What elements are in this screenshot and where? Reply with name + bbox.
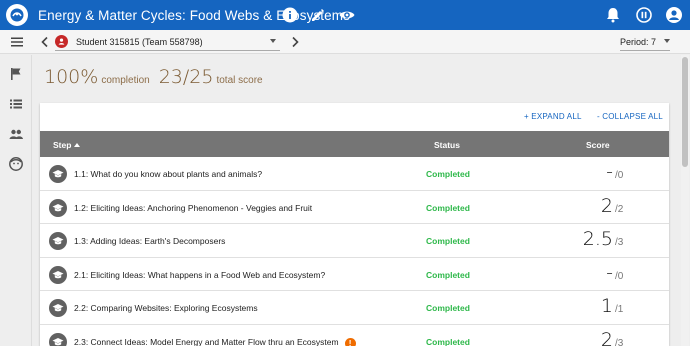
- edit-icon[interactable]: [308, 5, 328, 25]
- score-cell: -/0: [560, 161, 660, 183]
- student-avatar-icon: [55, 35, 68, 48]
- score-max: /3: [615, 337, 624, 346]
- total-score-value: 23/25: [158, 66, 214, 88]
- score-max: /3: [615, 237, 624, 248]
- step-title-text: 2.1: Eliciting Ideas: What happens in a …: [74, 269, 326, 280]
- account-icon[interactable]: [664, 5, 684, 25]
- period-select[interactable]: Period: 7: [620, 33, 671, 51]
- score-column-header: Score: [586, 140, 610, 150]
- graduation-cap-icon[interactable]: [49, 332, 67, 346]
- scrollbar-thumb[interactable]: [682, 57, 688, 167]
- app-logo-icon[interactable]: [6, 4, 28, 26]
- score-cell: 2/2: [560, 195, 660, 217]
- collapse-all-button[interactable]: - COLLAPSE ALL: [597, 112, 663, 121]
- app-bar: Energy & Matter Cycles: Food Webs & Ecos…: [0, 0, 690, 30]
- dropdown-arrow-icon: [664, 39, 671, 43]
- score-max: /1: [615, 304, 624, 315]
- student-select[interactable]: Student 315815 (Team 558798): [55, 33, 280, 51]
- next-student-chevron-icon[interactable]: [287, 34, 303, 50]
- step-column-label: Step: [53, 140, 72, 150]
- expand-all-button[interactable]: + EXPAND ALL: [524, 112, 582, 121]
- sort-ascending-icon: [74, 143, 81, 147]
- flag-icon[interactable]: [8, 66, 24, 82]
- step-title-text: 1.3: Adding Ideas: Earth's Decomposers: [74, 236, 226, 246]
- group-icon[interactable]: [8, 126, 24, 142]
- scrollbar[interactable]: [681, 55, 689, 346]
- completion-value: 100%: [44, 66, 99, 88]
- notifications-icon[interactable]: [603, 5, 623, 25]
- status-text: Completed: [426, 303, 470, 313]
- score-cell: 1/1: [560, 295, 660, 317]
- step-title[interactable]: 1.3: Adding Ideas: Earth's Decomposers: [74, 236, 225, 246]
- pause-icon[interactable]: [634, 5, 654, 25]
- step-column-header[interactable]: Step: [53, 140, 81, 150]
- visibility-icon[interactable]: [337, 5, 357, 25]
- student-select-label: Student 315815 (Team 558798): [76, 36, 203, 47]
- score-value: 2: [600, 328, 613, 346]
- step-title[interactable]: 2.3: Connect Ideas: Model Energy and Mat…: [74, 337, 356, 346]
- step-title[interactable]: 1.2: Eliciting Ideas: Anchoring Phenomen…: [74, 203, 312, 213]
- graduation-cap-icon[interactable]: [49, 232, 67, 250]
- period-select-label: Period: 7: [620, 36, 657, 47]
- step-title-text: 2.2: Comparing Websites: Exploring Ecosy…: [74, 303, 258, 313]
- score-max: /0: [615, 270, 624, 282]
- score-value: -: [606, 161, 613, 183]
- step-title[interactable]: 2.1: Eliciting Ideas: What happens in a …: [74, 270, 325, 280]
- previous-student-chevron-icon[interactable]: [37, 34, 53, 50]
- score-value: -: [606, 261, 613, 284]
- step-title[interactable]: 2.2: Comparing Websites: Exploring Ecosy…: [74, 303, 258, 313]
- table-row[interactable]: 2.2: Comparing Websites: Exploring Ecosy…: [40, 291, 669, 325]
- score-cell: 2/3: [560, 329, 660, 346]
- step-title-text: 1.1: What do you know about plants and a…: [74, 169, 263, 179]
- step-title-text: 1.2: Eliciting Ideas: Anchoring Phenomen…: [74, 202, 313, 213]
- score-cell: 2.5/3: [560, 228, 660, 250]
- table-row[interactable]: 1.2: Eliciting Ideas: Anchoring Phenomen…: [40, 191, 669, 224]
- table-row[interactable]: 2.3: Connect Ideas: Model Energy and Mat…: [40, 325, 669, 346]
- student-toolbar: Student 315815 (Team 558798) Period: 7: [0, 30, 690, 54]
- step-title[interactable]: 1.1: What do you know about plants and a…: [74, 169, 262, 179]
- total-score-label: total score: [216, 75, 263, 86]
- score-value: 2: [600, 194, 613, 217]
- graduation-cap-icon[interactable]: [49, 265, 67, 284]
- list-icon[interactable]: [8, 96, 24, 112]
- dropdown-arrow-icon: [270, 39, 276, 43]
- table-row[interactable]: 1.3: Adding Ideas: Earth's Decomposers Co…: [40, 224, 669, 258]
- status-column-header: Status: [434, 140, 460, 150]
- progress-summary: 100% completion 23/25 total score: [44, 66, 263, 88]
- score-cell: -/0: [560, 262, 660, 284]
- app-title: Energy & Matter Cycles: Food Webs & Ecos…: [38, 7, 350, 23]
- steps-card: + EXPAND ALL - COLLAPSE ALL Step Status …: [40, 103, 669, 346]
- warning-icon[interactable]: !: [344, 337, 356, 346]
- status-text: Completed: [426, 236, 470, 246]
- status-text: Completed: [426, 202, 470, 213]
- graduation-cap-icon[interactable]: [49, 299, 67, 317]
- step-title-text: 2.3: Connect Ideas: Model Energy and Mat…: [74, 336, 339, 346]
- menu-icon[interactable]: [9, 34, 25, 50]
- table-header: Step Status Score: [40, 131, 669, 157]
- score-value: 1: [600, 295, 613, 317]
- status-text: Completed: [426, 169, 470, 179]
- table-row[interactable]: 1.1: What do you know about plants and a…: [40, 157, 669, 191]
- score-value: 2.5: [582, 228, 613, 250]
- graduation-cap-icon[interactable]: [49, 165, 67, 183]
- status-text: Completed: [426, 269, 470, 280]
- graduation-cap-icon[interactable]: [49, 198, 67, 217]
- completion-label: completion: [101, 75, 150, 86]
- side-nav: [0, 55, 32, 346]
- score-max: /2: [615, 203, 624, 215]
- status-text: Completed: [426, 336, 470, 346]
- info-icon[interactable]: [280, 5, 300, 25]
- face-icon[interactable]: [8, 156, 24, 172]
- score-max: /0: [615, 170, 624, 181]
- table-row[interactable]: 2.1: Eliciting Ideas: What happens in a …: [40, 258, 669, 291]
